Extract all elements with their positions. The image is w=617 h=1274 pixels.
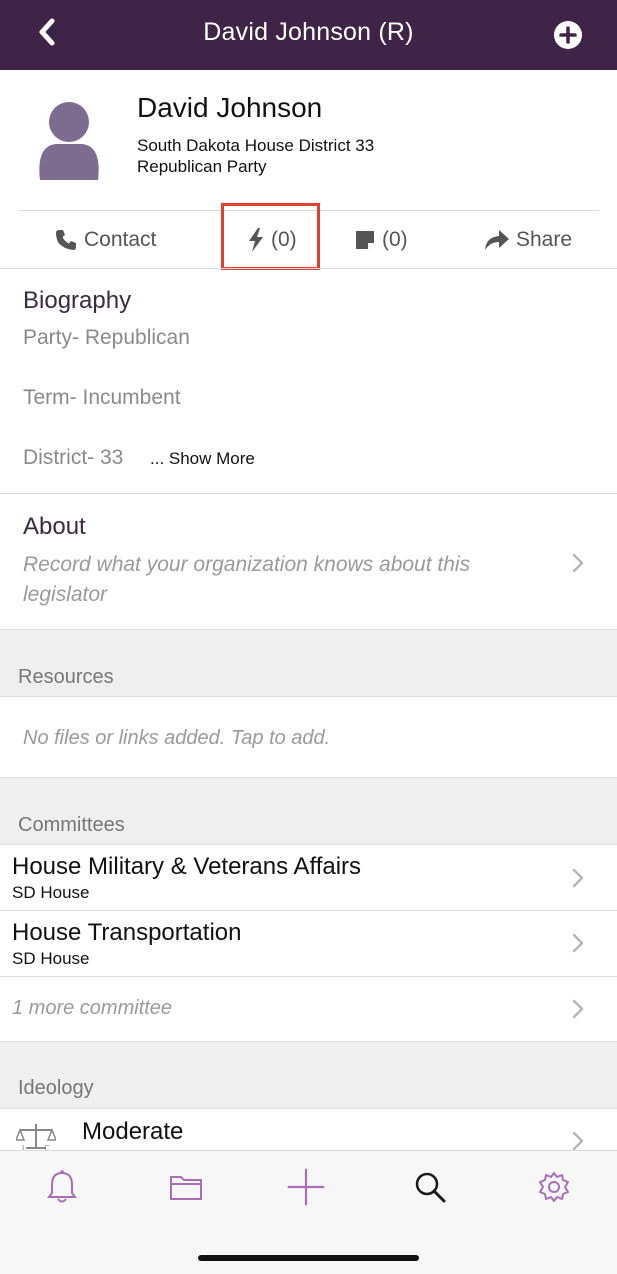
chevron-right-icon (572, 868, 584, 888)
committee-name: House Transportation (12, 919, 242, 946)
committee-name: House Military & Veterans Affairs (12, 853, 362, 880)
person-icon (39, 102, 99, 180)
divider (0, 910, 617, 911)
legislator-district: South Dakota House District 33 (137, 136, 375, 155)
search-icon (415, 1172, 446, 1203)
committees-section-header: Committees (0, 777, 617, 845)
divider (0, 268, 617, 269)
home-indicator[interactable] (198, 1255, 419, 1261)
ideology-section-header: Ideology (0, 1041, 617, 1109)
chevron-right-icon (572, 553, 584, 573)
more-committees-label: 1 more committee (12, 997, 173, 1019)
resources-empty-row[interactable]: No files or links added. Tap to add. (23, 727, 330, 750)
committees-label: Committees (18, 814, 125, 836)
folder-icon (170, 1176, 202, 1200)
committee-chamber: SD House (12, 949, 90, 968)
divider (0, 976, 617, 977)
tab-add[interactable] (286, 1167, 326, 1207)
tab-settings[interactable] (534, 1167, 574, 1207)
scale-icon: L C (16, 1124, 56, 1152)
bio-term: Term- Incumbent (23, 386, 181, 409)
contact-button[interactable]: Contact (54, 211, 156, 269)
notes-count: (0) (382, 228, 408, 251)
profile-header: David Johnson South Dakota House Distric… (0, 70, 617, 210)
notes-button[interactable]: (0) (354, 211, 408, 269)
plus-circle-icon[interactable] (553, 20, 583, 50)
tab-search[interactable] (410, 1167, 450, 1207)
chevron-right-icon (572, 999, 584, 1019)
committee-chamber: SD House (12, 883, 90, 902)
gear-icon (539, 1172, 569, 1202)
legislator-party: Republican Party (137, 157, 267, 176)
page-title: David Johnson (R) (203, 18, 414, 46)
about-title: About (23, 513, 86, 540)
legislator-name: David Johnson (137, 92, 323, 123)
chevron-right-icon (572, 1131, 584, 1151)
plus-icon (287, 1168, 325, 1206)
share-button[interactable]: Share (484, 211, 572, 269)
tab-alerts[interactable] (42, 1167, 82, 1207)
share-icon (485, 230, 509, 250)
ideology-value: Moderate (82, 1118, 184, 1145)
bio-party: Party- Republican (23, 326, 190, 349)
phone-icon (56, 230, 76, 250)
share-label: Share (516, 228, 573, 251)
resources-section-header: Resources (0, 629, 617, 697)
note-icon (356, 231, 374, 249)
resources-label: Resources (18, 666, 114, 688)
show-more-link[interactable]: ... Show More (150, 449, 255, 469)
bio-district: District- 33 (23, 446, 124, 469)
about-description: Record what your organization knows abou… (23, 553, 471, 606)
tab-files[interactable] (166, 1167, 206, 1207)
contact-label: Contact (84, 228, 157, 251)
biography-title: Biography (23, 287, 132, 314)
divider (0, 493, 617, 494)
chevron-right-icon (572, 933, 584, 953)
nav-bar: David Johnson (R) (0, 0, 617, 70)
ideology-label: Ideology (18, 1077, 94, 1099)
highlight-box (221, 203, 320, 270)
bell-icon (47, 1170, 77, 1203)
